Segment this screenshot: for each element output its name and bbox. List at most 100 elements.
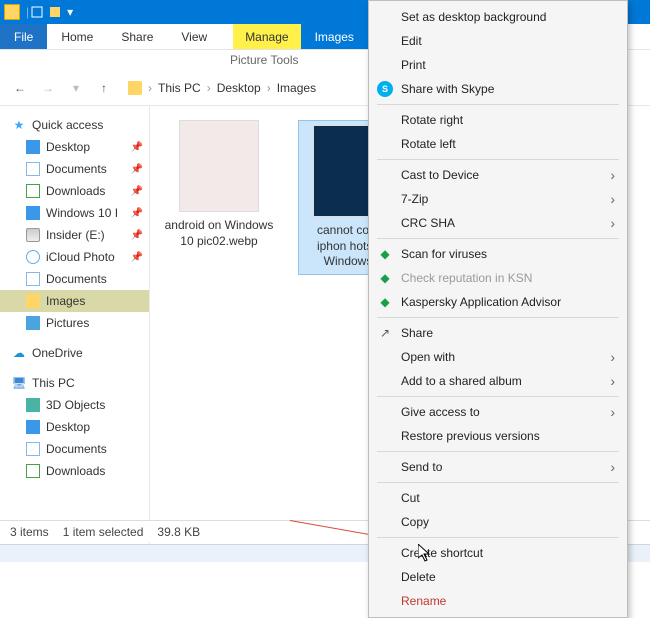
sidebar-item[interactable]: Desktop📌 <box>0 136 149 158</box>
sidebar-item-label: Downloads <box>46 184 105 198</box>
menu-separator <box>377 482 619 483</box>
menu-item-label: Open with <box>401 350 455 364</box>
qat-dropdown-icon[interactable]: ▾ <box>67 5 73 19</box>
menu-item-label: 7-Zip <box>401 192 428 206</box>
thumbnail <box>179 120 259 212</box>
sidebar-item[interactable]: Pictures <box>0 312 149 334</box>
status-size: 39.8 KB <box>157 525 200 539</box>
sidebar-item[interactable]: Documents📌 <box>0 158 149 180</box>
menu-item[interactable]: ◆Scan for viruses <box>369 242 627 266</box>
menu-item[interactable]: Print <box>369 53 627 77</box>
menu-item[interactable]: Delete <box>369 565 627 589</box>
sidebar-item[interactable]: Documents <box>0 268 149 290</box>
menu-item-label: Rotate left <box>401 137 456 151</box>
menu-item-label: Share <box>401 326 433 340</box>
menu-item-label: Set as desktop background <box>401 10 546 24</box>
cloud-icon: ☁ <box>12 346 26 360</box>
menu-item[interactable]: Edit <box>369 29 627 53</box>
chevron-right-icon: › <box>610 373 615 389</box>
sidebar-quick-access[interactable]: ★Quick access <box>0 114 149 136</box>
sidebar-item[interactable]: Documents <box>0 438 149 460</box>
tab-share[interactable]: Share <box>107 24 167 49</box>
sidebar-item-label: Downloads <box>46 464 105 478</box>
menu-separator <box>377 317 619 318</box>
menu-item[interactable]: Rename <box>369 589 627 613</box>
menu-item[interactable]: ↗Share <box>369 321 627 345</box>
menu-item[interactable]: CRC SHA› <box>369 211 627 235</box>
sidebar-item-label: Documents <box>46 442 107 456</box>
sidebar-item-label: Images <box>46 294 85 308</box>
sidebar-item-label: 3D Objects <box>46 398 105 412</box>
doc-icon <box>26 162 40 176</box>
menu-item[interactable]: Add to a shared album› <box>369 369 627 393</box>
doc-icon <box>26 272 40 286</box>
breadcrumb-item[interactable]: Desktop <box>217 81 261 95</box>
sidebar-item[interactable]: Insider (E:)📌 <box>0 224 149 246</box>
menu-item[interactable]: Rotate right <box>369 108 627 132</box>
menu-item-label: Rename <box>401 594 446 608</box>
dl-icon <box>26 464 40 478</box>
sidebar-label: This PC <box>32 376 75 390</box>
nav-sidebar: ★Quick access Desktop📌Documents📌Download… <box>0 106 150 546</box>
file-item[interactable]: android on Windows 10 pic02.webp <box>164 120 274 249</box>
pin-icon: 📌 <box>131 230 143 241</box>
folder-icon <box>128 81 142 95</box>
up-button[interactable]: ↑ <box>94 78 114 98</box>
tab-view[interactable]: View <box>167 24 221 49</box>
sidebar-onedrive[interactable]: ☁ OneDrive <box>0 342 149 364</box>
menu-item[interactable]: ◆Kaspersky Application Advisor <box>369 290 627 314</box>
tab-file[interactable]: File <box>0 24 47 49</box>
chevron-right-icon: › <box>610 167 615 183</box>
menu-item[interactable]: Send to› <box>369 455 627 479</box>
menu-item-label: Give access to <box>401 405 480 419</box>
menu-separator <box>377 159 619 160</box>
sidebar-item[interactable]: Downloads 📌 <box>0 180 149 202</box>
sidebar-item[interactable]: Desktop <box>0 416 149 438</box>
menu-item[interactable]: Set as desktop background <box>369 5 627 29</box>
skype-icon: S <box>377 81 393 97</box>
pic-icon <box>26 316 40 330</box>
back-button[interactable]: ← <box>10 78 30 98</box>
sidebar-item[interactable]: Windows 10 I📌 <box>0 202 149 224</box>
menu-item-label: Delete <box>401 570 436 584</box>
qat-icon[interactable] <box>49 6 61 18</box>
menu-item[interactable]: Rotate left <box>369 132 627 156</box>
tab-manage[interactable]: Manage <box>233 24 300 49</box>
qat-icon[interactable] <box>31 6 43 18</box>
sidebar-item[interactable]: Images <box>0 290 149 312</box>
menu-item[interactable]: Copy <box>369 510 627 534</box>
pin-icon: 📌 <box>131 164 143 175</box>
obj3d-icon <box>26 398 40 412</box>
breadcrumb[interactable]: › This PC › Desktop › Images <box>128 81 316 95</box>
shield-icon: ◆ <box>377 246 393 262</box>
sidebar-item-label: Desktop <box>46 140 90 154</box>
shield-icon: ◆ <box>377 270 393 286</box>
menu-item-label: Kaspersky Application Advisor <box>401 295 561 309</box>
status-selected: 1 item selected <box>63 525 144 539</box>
menu-item-label: Share with Skype <box>401 82 494 96</box>
menu-item[interactable]: Give access to› <box>369 400 627 424</box>
menu-item[interactable]: Cut <box>369 486 627 510</box>
sidebar-this-pc[interactable]: 🖥This PC <box>0 372 149 394</box>
tab-context-images[interactable]: Images <box>301 24 368 49</box>
menu-item[interactable]: Restore previous versions <box>369 424 627 448</box>
breadcrumb-item[interactable]: This PC <box>158 81 201 95</box>
sidebar-item[interactable]: 3D Objects <box>0 394 149 416</box>
menu-item[interactable]: Open with› <box>369 345 627 369</box>
sidebar-label: Quick access <box>32 118 103 132</box>
menu-item[interactable]: Cast to Device› <box>369 163 627 187</box>
recent-dropdown-icon[interactable]: ▾ <box>66 78 86 98</box>
pin-icon: 📌 <box>131 186 143 197</box>
menu-item[interactable]: Create shortcut <box>369 541 627 565</box>
forward-button[interactable]: → <box>38 78 58 98</box>
sidebar-item[interactable]: Downloads <box>0 460 149 482</box>
menu-item[interactable]: 7-Zip› <box>369 187 627 211</box>
sidebar-label: OneDrive <box>32 346 83 360</box>
tab-home[interactable]: Home <box>47 24 107 49</box>
menu-item[interactable]: S Share with Skype <box>369 77 627 101</box>
folder-icon <box>26 294 40 308</box>
breadcrumb-item[interactable]: Images <box>277 81 316 95</box>
doc-icon <box>26 442 40 456</box>
sidebar-item[interactable]: iCloud Photo📌 <box>0 246 149 268</box>
chevron-right-icon: › <box>148 81 152 95</box>
